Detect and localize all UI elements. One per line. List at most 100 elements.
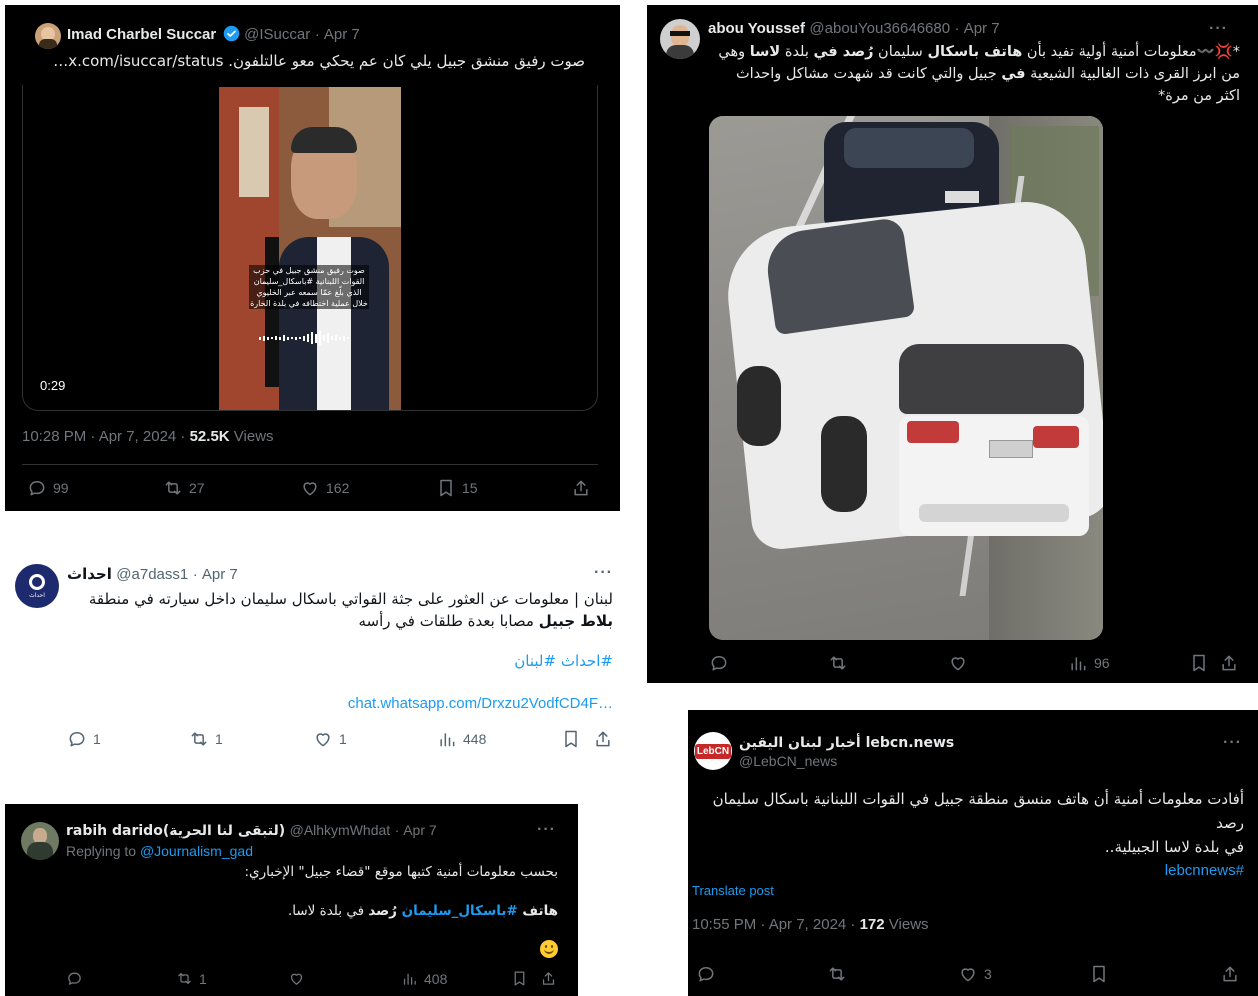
repost-button[interactable]: 27 — [163, 478, 205, 498]
whatsapp-link[interactable]: chat.whatsapp.com/Drxzu2VodfCD4F… — [348, 695, 613, 712]
author-name[interactable]: احداث — [67, 565, 112, 583]
bookmark-button[interactable] — [561, 729, 581, 749]
repost-button[interactable]: 1 — [189, 729, 223, 749]
bookmark-button[interactable] — [1089, 964, 1109, 984]
tweet-header: abou Youssef @abouYou36646680 · Apr 7 — [708, 20, 1000, 37]
reply-button[interactable] — [66, 970, 83, 987]
views-button[interactable]: 96 — [1068, 653, 1110, 673]
more-options-icon[interactable]: ··· — [594, 564, 613, 582]
like-button[interactable] — [288, 970, 305, 987]
share-button[interactable] — [1220, 964, 1240, 984]
repost-button[interactable] — [828, 653, 848, 673]
views-button[interactable]: 448 — [437, 729, 486, 749]
video-caption: صوت رفيق منشق جبيل في حزب القوات اللبنان… — [249, 265, 369, 309]
reply-button[interactable]: 1 — [67, 729, 101, 749]
tweet-image[interactable] — [709, 116, 1103, 640]
share-button[interactable] — [540, 970, 557, 987]
reply-icon — [711, 656, 727, 671]
tweet-text-line2: هاتف #باسكال_سليمان رُصد في بلدة لاسا. — [287, 903, 558, 919]
bookmark-icon — [1193, 654, 1205, 672]
replying-handle[interactable]: @Journalism_gad — [140, 843, 253, 859]
views-count: 448 — [463, 731, 487, 747]
tweet-card-abou-youssef: abou Youssef @abouYou36646680 · Apr 7 ··… — [647, 5, 1258, 683]
author-name[interactable]: abou Youssef — [708, 20, 805, 37]
author-name[interactable]: Imad Charbel Succar — [67, 26, 216, 43]
tweet-header: أخبار لبنان اليقين lebcn.news — [739, 734, 954, 752]
reply-icon — [69, 732, 85, 747]
reply-icon — [68, 972, 81, 985]
verified-icon — [223, 25, 239, 42]
video-thumbnail[interactable]: صوت رفيق منشق جبيل في حزب القوات اللبنان… — [219, 87, 401, 410]
share-icon — [542, 972, 555, 985]
share-icon — [574, 480, 588, 496]
reply-button[interactable] — [709, 653, 729, 673]
more-options-icon[interactable]: ··· — [1223, 734, 1242, 752]
tweet-card-rabih: rabih darido(لتبقى لنا الحرية) @AlhkymWh… — [5, 804, 578, 996]
smile-emoji — [540, 940, 558, 958]
reply-count: 1 — [93, 731, 101, 747]
like-button[interactable]: 1 — [313, 729, 347, 749]
like-count: 3 — [984, 966, 992, 982]
avatar[interactable] — [35, 23, 61, 49]
tweet-link[interactable]: x.com/isuccar/status… — [53, 52, 223, 70]
author-handle[interactable]: @LebCN_news — [739, 753, 837, 769]
tweet-text-line1: بحسب معلومات أمنية كتبها موقع "قضاء جبيل… — [244, 864, 558, 880]
repost-count: 1 — [199, 970, 207, 987]
author-handle[interactable]: @a7dass1 — [116, 566, 188, 583]
avatar[interactable]: احداث — [15, 564, 59, 608]
tweet-timestamp: 10:28 PM · Apr 7, 2024 · 52.5K Views — [22, 428, 274, 445]
hashtag[interactable]: #lebcnnews — [699, 859, 1244, 883]
translate-post-link[interactable]: Translate post — [692, 883, 774, 898]
tweet-date[interactable]: Apr 7 — [964, 20, 1000, 37]
avatar-logo-icon — [29, 573, 45, 590]
bookmark-button[interactable] — [511, 970, 528, 987]
repost-icon — [829, 967, 845, 981]
reply-button[interactable] — [696, 964, 716, 984]
tweet-date[interactable]: Apr 7 — [202, 566, 238, 583]
hashtags[interactable]: #احداث #لبنان — [514, 652, 613, 670]
more-options-icon[interactable]: ··· — [1209, 20, 1228, 38]
views-count: 96 — [1094, 655, 1110, 671]
lebcn-logo-icon: LebCN — [694, 743, 732, 759]
repost-button[interactable]: 1 — [176, 970, 207, 987]
bookmark-icon — [1093, 965, 1105, 983]
avatar[interactable] — [21, 822, 59, 860]
tweet-header: rabih darido(لتبقى لنا الحرية) @AlhkymWh… — [66, 822, 437, 839]
tweet-header: احداث @a7dass1 · Apr 7 — [67, 565, 238, 583]
bookmark-icon — [565, 730, 577, 748]
bookmark-button[interactable] — [1189, 653, 1209, 673]
author-name[interactable]: أخبار لبنان اليقين lebcn.news — [739, 735, 954, 751]
share-button[interactable] — [571, 478, 591, 498]
tweet-card-succar: Imad Charbel Succar @ISuccar · Apr 7 صوت… — [5, 5, 620, 511]
like-button[interactable]: 162 — [300, 478, 349, 498]
share-button[interactable] — [1219, 653, 1239, 673]
more-options-icon[interactable]: ··· — [537, 821, 556, 839]
like-button[interactable] — [948, 653, 968, 673]
avatar[interactable] — [660, 19, 700, 59]
share-button[interactable] — [593, 729, 613, 749]
repost-count: 27 — [189, 480, 205, 496]
author-name[interactable]: rabih darido(لتبقى لنا الحرية) — [66, 823, 285, 839]
repost-count: 1 — [215, 731, 223, 747]
bookmark-button[interactable]: 15 — [436, 478, 478, 498]
tweet-date[interactable]: Apr 7 — [403, 822, 436, 838]
heart-icon — [961, 968, 975, 982]
views-button[interactable]: 408 — [401, 970, 447, 987]
author-handle[interactable]: @abouYou36646680 — [809, 20, 950, 37]
views-count: 52.5K — [189, 428, 230, 445]
hashtag[interactable]: #باسكال_سليمان — [402, 903, 518, 919]
author-handle[interactable]: @ISuccar — [244, 26, 310, 43]
views-count: 172 — [859, 916, 885, 933]
analytics-icon — [440, 733, 455, 747]
tweet-timestamp: 10:55 PM · Apr 7, 2024 · 172 Views — [692, 916, 929, 933]
avatar[interactable]: LebCN — [694, 732, 732, 770]
reply-button[interactable]: 99 — [27, 478, 69, 498]
repost-button[interactable] — [827, 964, 847, 984]
heart-icon — [290, 973, 303, 985]
like-button[interactable]: 3 — [958, 964, 992, 984]
share-icon — [596, 731, 610, 747]
tweet-date[interactable]: Apr 7 — [324, 26, 360, 43]
tweet-text: أفادت معلومات أمنية أن هاتف منسق منطقة ج… — [699, 787, 1244, 883]
author-handle[interactable]: @AlhkymWhdat — [290, 822, 391, 838]
tweet-card-a7dass: احداث احداث @a7dass1 · Apr 7 ··· لبنان |… — [5, 550, 625, 765]
